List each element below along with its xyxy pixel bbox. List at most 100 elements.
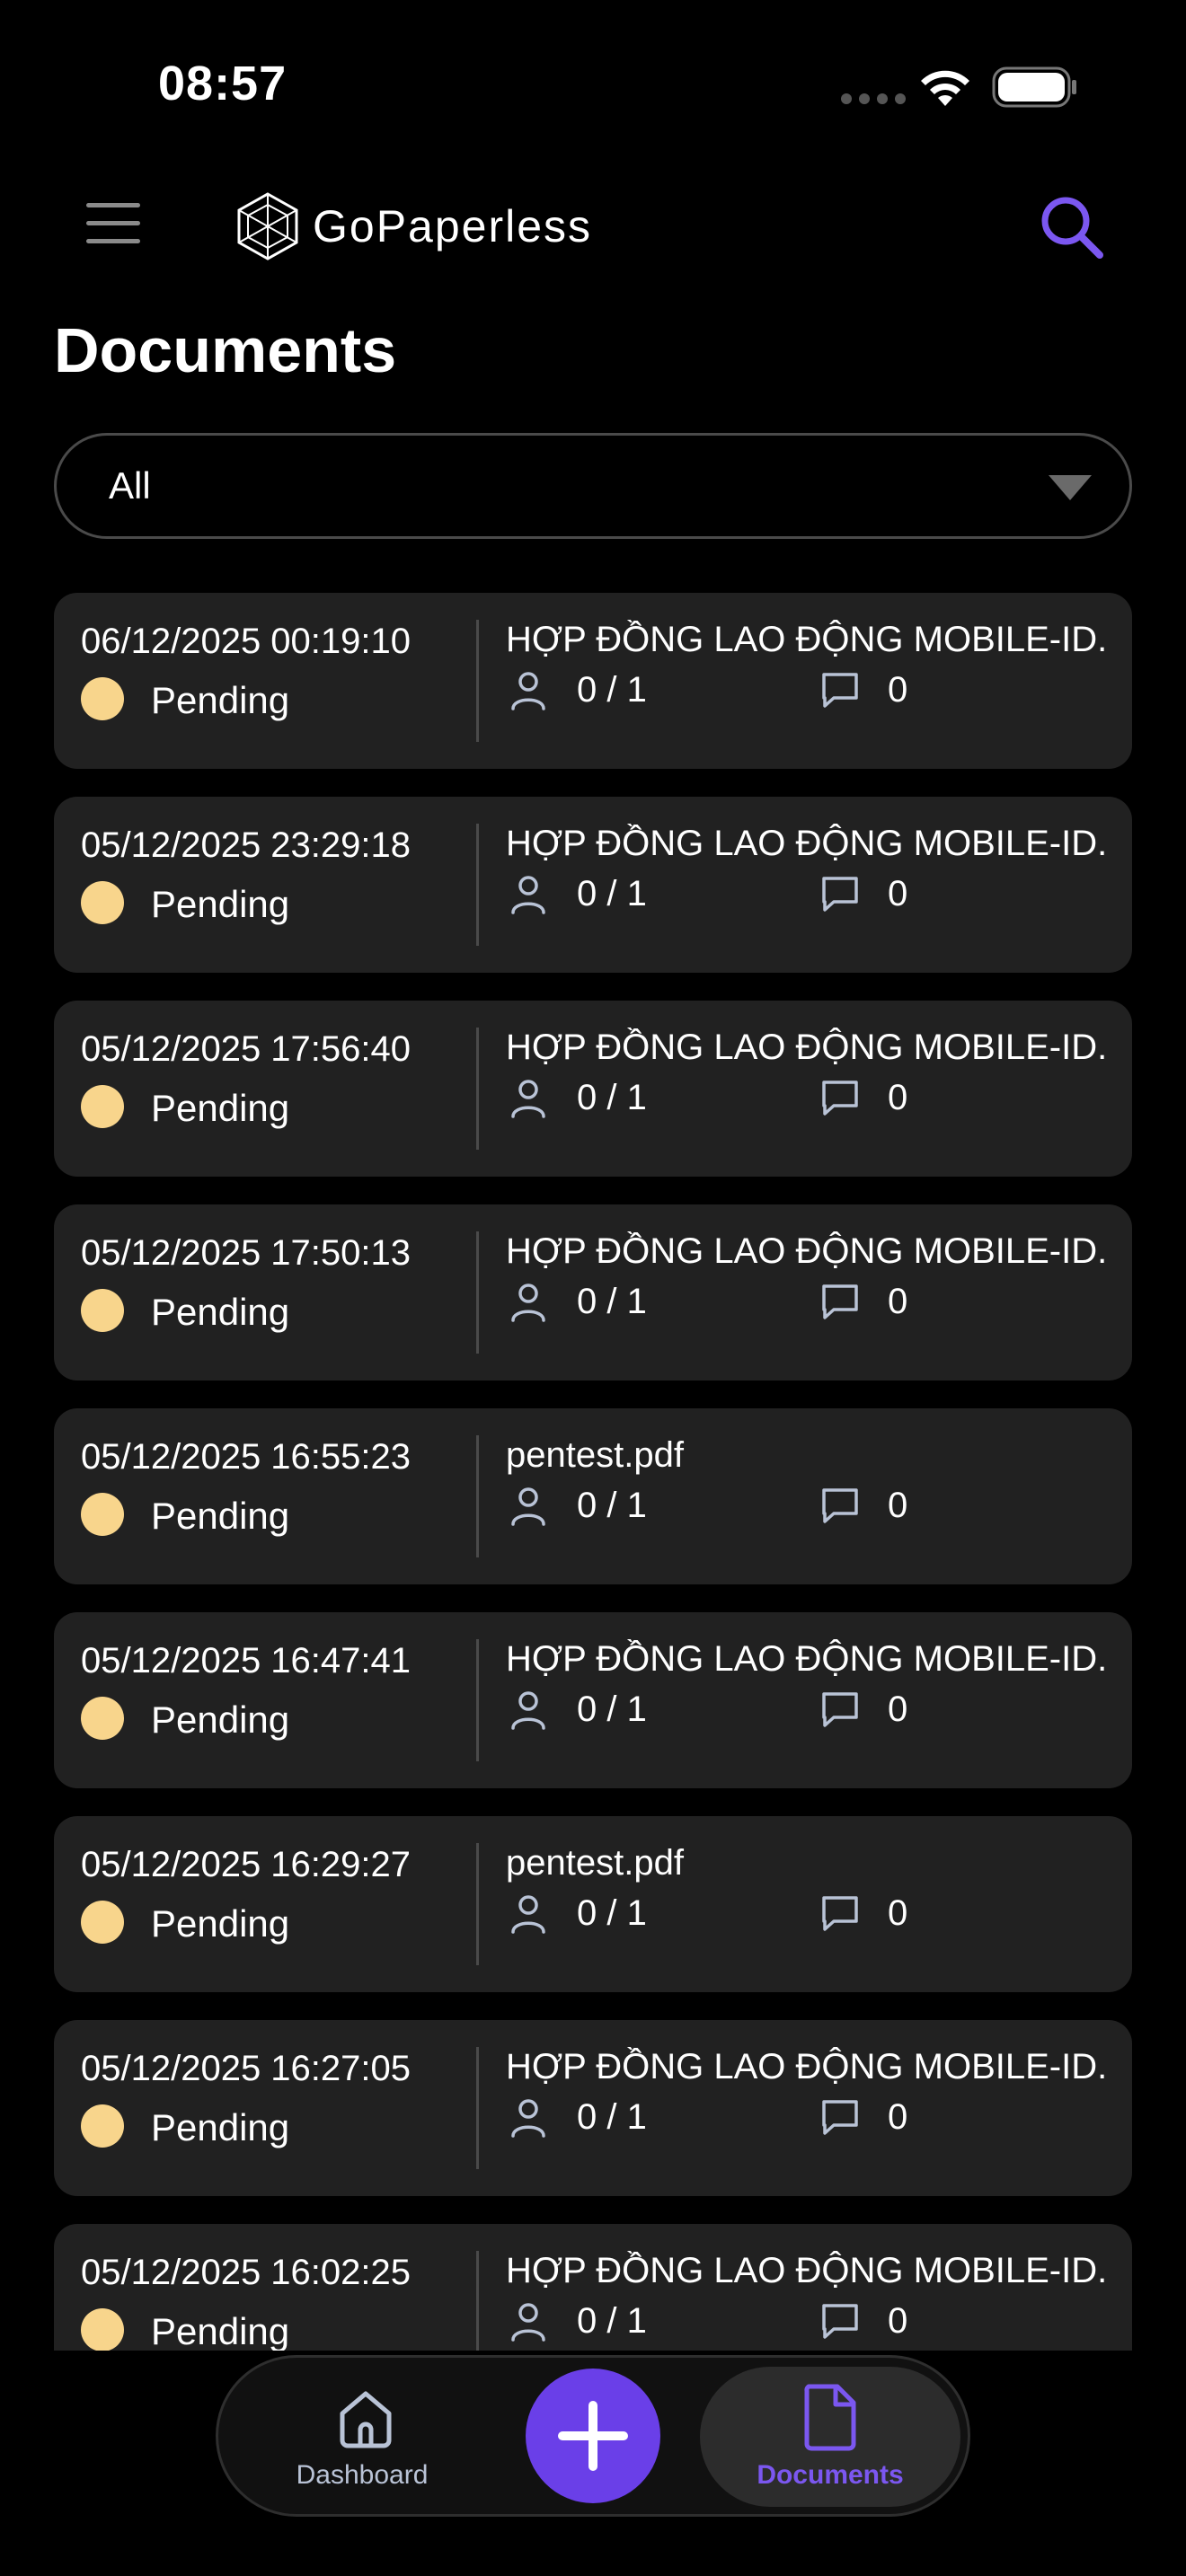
pending-icon [81, 1085, 124, 1128]
pending-icon [81, 677, 124, 720]
document-card[interactable]: 05/12/2025 23:29:18 Pending HỢP ĐỒNG LAO… [54, 797, 1132, 973]
document-status: Pending [151, 2106, 290, 2148]
comment-count: 0 [888, 1282, 908, 1321]
document-name: pentest.pdf [506, 1843, 684, 1883]
signer-count: 0 / 1 [577, 1893, 647, 1933]
document-status: Pending [151, 1902, 290, 1945]
document-date: 06/12/2025 00:19:10 [81, 622, 412, 661]
person-icon [511, 1080, 545, 1118]
hamburger-icon [86, 203, 140, 207]
document-date: 05/12/2025 16:27:05 [81, 2049, 412, 2088]
document-status: Pending [151, 1495, 290, 1537]
comment-icon [822, 2100, 858, 2135]
pending-icon [81, 1901, 124, 1944]
document-status: Pending [151, 883, 290, 925]
status-filter-dropdown[interactable]: All [54, 433, 1132, 539]
person-icon [511, 672, 545, 710]
document-name: HỢP ĐỒNG LAO ĐỘNG MOBILE-ID.pdf [506, 824, 1108, 863]
bottom-navigation: Dashboard Documents [216, 2355, 970, 2517]
plus-icon [558, 2401, 628, 2471]
document-name: HỢP ĐỒNG LAO ĐỘNG MOBILE-ID.pdf [506, 2047, 1108, 2086]
document-card[interactable]: 05/12/2025 16:29:27 Pending pentest.pdf … [54, 1816, 1132, 1992]
search-icon [1041, 197, 1103, 259]
document-icon [804, 2384, 856, 2451]
signer-count: 0 / 1 [577, 1078, 647, 1117]
comment-icon [822, 1692, 858, 1727]
home-icon [340, 2391, 392, 2448]
document-name: HỢP ĐỒNG LAO ĐỘNG MOBILE-ID.pdf [506, 2251, 1108, 2290]
person-icon [511, 1487, 545, 1526]
document-date: 05/12/2025 16:55:23 [81, 1437, 412, 1477]
pending-icon [81, 881, 124, 924]
document-name: pentest.pdf [506, 1435, 684, 1475]
document-date: 05/12/2025 17:56:40 [81, 1029, 412, 1069]
document-list[interactable]: 06/12/2025 00:19:10 Pending HỢP ĐỒNG LAO… [54, 593, 1132, 2351]
comment-icon [822, 1081, 858, 1116]
person-icon [511, 2303, 545, 2342]
pending-icon [81, 1493, 124, 1536]
card-divider [476, 1639, 479, 1761]
signer-count: 0 / 1 [577, 670, 647, 710]
document-card[interactable]: 05/12/2025 17:50:13 Pending HỢP ĐỒNG LAO… [54, 1204, 1132, 1381]
signer-count: 0 / 1 [577, 2301, 647, 2341]
document-status: Pending [151, 1291, 290, 1333]
document-card[interactable]: 06/12/2025 00:19:10 Pending HỢP ĐỒNG LAO… [54, 593, 1132, 769]
status-bar: 08:57 [0, 0, 1186, 171]
signer-count: 0 / 1 [577, 2097, 647, 2137]
status-time: 08:57 [158, 57, 288, 110]
nav-dashboard-label: Dashboard [296, 2460, 429, 2490]
pending-icon [81, 2104, 124, 2148]
comment-count: 0 [888, 874, 908, 913]
search-button[interactable] [1037, 192, 1105, 260]
comment-count: 0 [888, 1486, 908, 1525]
signer-count: 0 / 1 [577, 1689, 647, 1729]
battery-icon [992, 66, 1076, 108]
document-card[interactable]: 05/12/2025 17:56:40 Pending HỢP ĐỒNG LAO… [54, 1001, 1132, 1177]
comment-count: 0 [888, 1078, 908, 1117]
pending-icon [81, 2308, 124, 2351]
document-card[interactable]: 05/12/2025 16:55:23 Pending pentest.pdf … [54, 1408, 1132, 1584]
document-name: HỢP ĐỒNG LAO ĐỘNG MOBILE-ID.pdf [506, 1028, 1108, 1067]
person-icon [511, 1284, 545, 1322]
comment-icon [822, 1284, 858, 1319]
card-divider [476, 1435, 479, 1557]
person-icon [511, 1691, 545, 1730]
card-divider [476, 824, 479, 946]
brand-name: GoPaperless [313, 201, 593, 251]
person-icon [511, 1895, 545, 1934]
document-card[interactable]: 05/12/2025 16:27:05 Pending HỢP ĐỒNG LAO… [54, 2020, 1132, 2196]
document-card[interactable]: 05/12/2025 16:02:25 Pending HỢP ĐỒNG LAO… [54, 2224, 1132, 2351]
nav-documents[interactable]: Documents [700, 2367, 960, 2507]
document-card[interactable]: 05/12/2025 16:47:41 Pending HỢP ĐỒNG LAO… [54, 1612, 1132, 1788]
filter-selected-value: All [109, 464, 151, 507]
wifi-icon [921, 70, 969, 106]
pending-icon [81, 1289, 124, 1332]
document-name: HỢP ĐỒNG LAO ĐỘNG MOBILE-ID.pdf [506, 1639, 1108, 1679]
logo-mark-icon [237, 192, 298, 260]
card-divider [476, 2251, 479, 2351]
comment-icon [822, 877, 858, 912]
comment-icon [822, 1896, 858, 1931]
comment-count: 0 [888, 1893, 908, 1933]
person-icon [511, 876, 545, 914]
card-divider [476, 620, 479, 742]
card-divider [476, 1231, 479, 1354]
person-icon [511, 2099, 545, 2138]
app-logo: GoPaperless [235, 190, 592, 262]
comment-count: 0 [888, 1689, 908, 1729]
card-divider [476, 1843, 479, 1965]
signer-count: 0 / 1 [577, 1282, 647, 1321]
comment-count: 0 [888, 670, 908, 710]
nav-dashboard[interactable]: Dashboard [254, 2379, 470, 2496]
card-divider [476, 1028, 479, 1150]
document-status: Pending [151, 1087, 290, 1129]
menu-button[interactable] [86, 203, 140, 248]
signer-count: 0 / 1 [577, 874, 647, 913]
comment-count: 0 [888, 2301, 908, 2341]
document-date: 05/12/2025 16:29:27 [81, 1845, 412, 1884]
comment-count: 0 [888, 2097, 908, 2137]
document-status: Pending [151, 1698, 290, 1741]
add-document-button[interactable] [526, 2369, 660, 2503]
document-name: HỢP ĐỒNG LAO ĐỘNG MOBILE-ID.pdf [506, 1231, 1108, 1271]
caret-down-icon [1049, 475, 1092, 500]
